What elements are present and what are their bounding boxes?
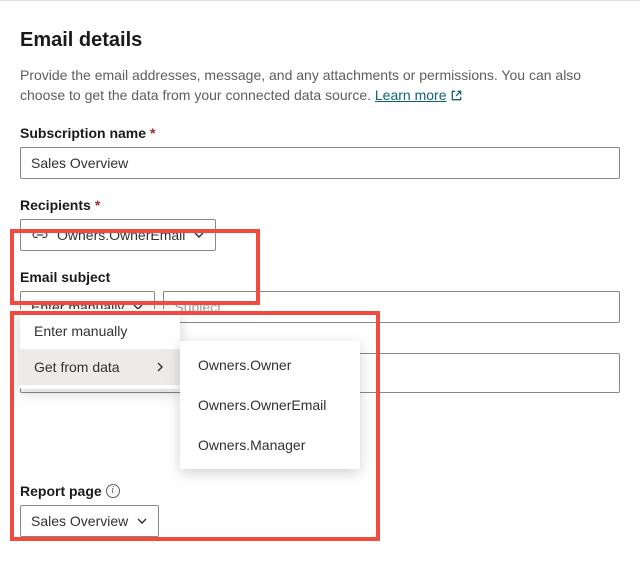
external-link-icon [450,89,463,102]
report-page-dropdown-label: Sales Overview [31,513,128,529]
subject-data-submenu: Owners.Owner Owners.OwnerEmail Owners.Ma… [180,341,360,469]
subject-source-menu: Enter manually Get from data [20,309,180,389]
recipients-field: Recipients * Owners.OwnerEmail [20,197,620,251]
panel-title: Email details [20,29,620,52]
info-icon[interactable]: i [106,484,120,498]
email-subject-field: Email subject Enter manually Enter manua… [20,269,620,393]
required-asterisk: * [95,197,100,213]
menu-item-enter-manually[interactable]: Enter manually [20,313,180,349]
subscription-name-input[interactable] [20,147,620,179]
subject-input[interactable] [163,291,620,323]
chevron-down-icon [193,229,205,241]
link-icon [31,228,49,242]
submenu-item-owners-manager[interactable]: Owners.Manager [180,425,360,465]
description-text: Provide the email addresses, message, an… [20,67,581,103]
subscription-name-field: Subscription name * [20,125,620,179]
chevron-down-icon [136,515,148,527]
report-page-field: Report page i Sales Overview [20,483,620,537]
chevron-right-icon [154,361,166,373]
recipients-chip[interactable]: Owners.OwnerEmail [20,219,216,251]
subscription-name-label: Subscription name * [20,125,620,141]
report-page-dropdown[interactable]: Sales Overview [20,505,159,537]
email-subject-label: Email subject [20,269,620,285]
learn-more-label: Learn more [375,86,447,106]
recipients-label: Recipients * [20,197,620,213]
recipients-chip-label: Owners.OwnerEmail [57,227,185,243]
report-page-label: Report page i [20,483,620,499]
menu-item-get-from-data[interactable]: Get from data [20,349,180,385]
email-details-panel: Email details Provide the email addresse… [20,29,620,537]
learn-more-link[interactable]: Learn more [375,86,464,106]
submenu-item-owners-owner[interactable]: Owners.Owner [180,345,360,385]
required-asterisk: * [150,125,155,141]
panel-description: Provide the email addresses, message, an… [20,66,620,105]
submenu-item-owners-owneremail[interactable]: Owners.OwnerEmail [180,385,360,425]
